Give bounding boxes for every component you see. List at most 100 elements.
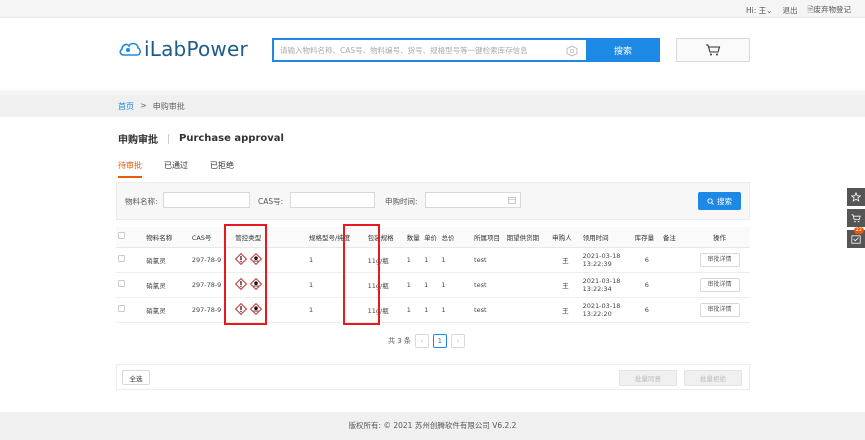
applicant-cell: 王 [550,272,581,298]
col-header: 单价 [422,227,440,248]
time-cell: 2021-03-18 13:22:34 [580,272,633,298]
price-cell: 1 [422,272,440,298]
approval-detail-button[interactable]: 审批详情 [699,252,740,267]
batch-action-bar: 全选 批量同意 批量拒绝 [116,364,750,390]
select-all-checkbox[interactable] [116,227,145,248]
filter-search-button[interactable]: 搜索 [698,192,741,210]
time-cell: 2021-03-18 13:22:39 [580,247,633,273]
row-checkbox[interactable] [116,247,145,273]
expected-date-cell [504,247,551,273]
search-button[interactable]: 搜索 [586,38,660,62]
qty-cell: 1 [404,247,423,273]
next-page-button[interactable]: › [450,334,465,348]
col-header: 操作 [689,227,750,248]
package-spec-highlight [343,224,380,325]
breadcrumb-bar: 首页 > 申购审批 [0,95,865,117]
col-header: 申购人 [550,227,581,248]
col-header: 所属项目 [472,227,505,248]
logout-link[interactable]: 退出 [782,5,797,16]
control-type-highlight [224,224,267,325]
approval-table: 物料名称 CAS号 管控类型 规格型号/纯度 包装规格 数量 单价 总价 所属项… [116,227,750,323]
action-cell: 审批详情 [689,272,750,298]
table-row: 硝氯灵 297-78-9 1 11g/瓶 1 1 1 test 王 2021-0… [116,272,750,298]
expected-date-cell [504,272,551,298]
cas-label: CAS号: [258,197,284,206]
stock-link[interactable]: 6 [632,247,661,273]
material-name-link[interactable]: 硝氯灵 [144,247,190,273]
title-divider [168,133,169,144]
col-header: 总价 [439,227,473,248]
top-bar: Hi: 王⌄ 退出 🗎废弃物登记 [0,0,865,18]
side-cart-button[interactable] [847,209,865,227]
favorite-button[interactable] [847,188,865,206]
expected-date-cell [504,297,551,323]
message-icon [851,234,861,244]
search-input[interactable]: 请输入物料名称、CAS号、物料编号、货号、规格型号等一键检索库存信息 [272,38,586,62]
message-badge: 22 [853,227,864,234]
table-header-row: 物料名称 CAS号 管控类型 规格型号/纯度 包装规格 数量 单价 总价 所属项… [116,227,750,248]
remark-cell [660,272,690,298]
remark-cell [660,247,690,273]
brand-name: iLabPower [144,37,248,61]
material-name-label: 物料名称: [125,197,158,206]
side-message-button[interactable]: 22 [847,227,865,248]
qty-cell: 1 [404,272,423,298]
stock-link[interactable]: 6 [632,297,661,323]
col-header: 备注 [660,227,690,248]
cart-button[interactable] [676,38,750,62]
global-search: 请输入物料名称、CAS号、物料编号、货号、规格型号等一键检索库存信息 搜索 [272,38,660,62]
tab-rejected[interactable]: 已拒绝 [210,160,234,178]
row-checkbox[interactable] [116,272,145,298]
search-placeholder: 请输入物料名称、CAS号、物料编号、货号、规格型号等一键检索库存信息 [280,45,528,55]
filter-panel: 物料名称: CAS号: 申购时间: 搜索 [116,182,750,220]
stock-link[interactable]: 6 [632,272,661,298]
material-name-link[interactable]: 硝氯灵 [144,272,190,298]
page-number[interactable]: 1 [432,334,447,348]
cart-icon [851,213,861,222]
price-cell: 1 [422,247,440,273]
qty-cell: 1 [404,297,423,323]
user-menu[interactable]: 王⌄ [759,6,773,15]
select-all-button[interactable]: 全选 [122,370,150,385]
pagination: 共 3 条 ‹ 1 › [388,334,465,348]
project-cell: test [472,297,505,323]
footer: 版权所有: © 2021 苏州创腾软件有限公司 V6.2.2 [0,412,865,440]
breadcrumb-current: 申购审批 [152,102,185,111]
cas-input[interactable] [290,192,375,208]
tab-pending[interactable]: 待审批 [118,160,142,178]
prev-page-button[interactable]: ‹ [414,334,429,348]
header: iLabPower 请输入物料名称、CAS号、物料编号、货号、规格型号等一键检索… [0,18,865,90]
total-cell: 1 [439,247,473,273]
page-title: 申购审批 Purchase approval [118,131,284,146]
project-cell: test [472,247,505,273]
status-tabs: 待审批 已通过 已拒绝 [118,160,234,178]
time-picker[interactable] [425,192,521,208]
time-label: 申购时间: [385,197,418,206]
approval-detail-button[interactable]: 审批详情 [699,302,740,317]
action-cell: 审批详情 [689,247,750,273]
breadcrumb: 首页 > 申购审批 [118,101,185,112]
batch-reject-button[interactable]: 批量拒绝 [684,370,742,386]
table-row: 硝氯灵 297-78-9 1 11g/瓶 1 1 1 test 王 2021-0… [116,297,750,323]
remark-cell [660,297,690,323]
page-title-cn: 申购审批 [118,135,158,146]
applicant-cell: 王 [550,247,581,273]
greeting-label: Hi: 王⌄ [746,6,773,15]
approval-detail-button[interactable]: 审批详情 [699,277,740,292]
total-cell: 1 [439,272,473,298]
waste-register-link[interactable]: 🗎废弃物登记 [807,4,851,17]
page-title-en: Purchase approval [179,133,284,144]
row-checkbox[interactable] [116,297,145,323]
main-content: 申购审批 Purchase approval 待审批 已通过 已拒绝 物料名称:… [0,117,865,412]
table-row: 硝氯灵 297-78-9 1 11g/瓶 1 1 1 test 王 2021-0… [116,247,750,273]
material-name-input[interactable] [163,192,250,208]
tab-approved[interactable]: 已通过 [164,160,188,178]
scan-icon[interactable] [566,45,578,57]
breadcrumb-home[interactable]: 首页 [118,101,134,112]
price-cell: 1 [422,297,440,323]
col-header: 物料名称 [144,227,190,248]
brand-logo[interactable]: iLabPower [118,36,248,62]
material-name-link[interactable]: 硝氯灵 [144,297,190,323]
batch-approve-button[interactable]: 批量同意 [619,370,677,386]
total-cell: 1 [439,297,473,323]
